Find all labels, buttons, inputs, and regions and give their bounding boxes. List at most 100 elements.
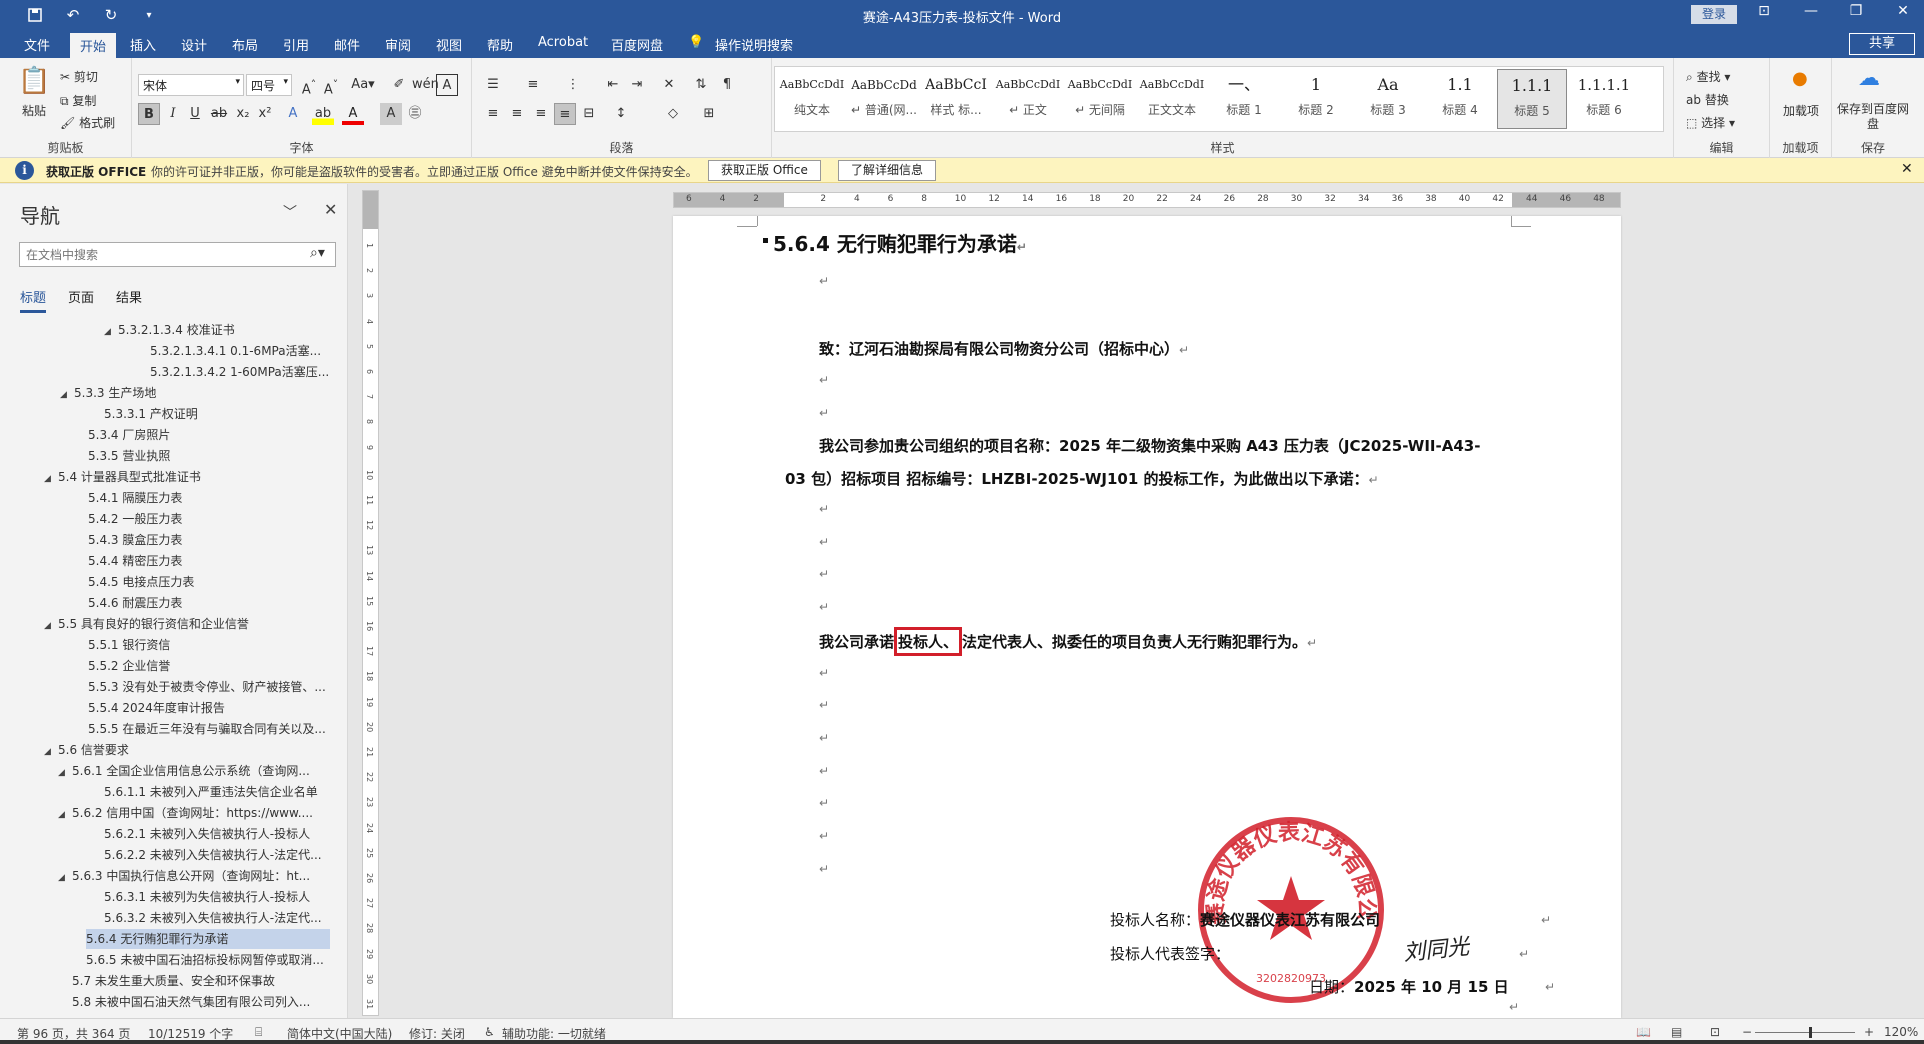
vertical-scrollbar[interactable] bbox=[1904, 184, 1924, 1018]
addins-icon[interactable]: ● bbox=[1792, 68, 1808, 89]
font-color-icon[interactable]: A bbox=[342, 103, 364, 125]
nav-heading-item[interactable]: 5.4.6 耐震压力表 bbox=[88, 593, 330, 613]
nav-tab-pages[interactable]: 页面 bbox=[68, 287, 94, 313]
nav-heading-item[interactable]: 5.3.2.1.3.4.2 1-60MPa活塞压... bbox=[150, 362, 330, 382]
nav-heading-item[interactable]: 5.6.3.1 未被列为失信被执行人-投标人 bbox=[104, 887, 330, 907]
nav-heading-item[interactable]: 5.5.4 2024年度审计报告 bbox=[88, 698, 330, 718]
tab-help[interactable]: 帮助 bbox=[487, 35, 513, 54]
maximize-button[interactable]: ❐ bbox=[1841, 3, 1871, 19]
style-heading-4[interactable]: 1.1 标题 4 bbox=[1425, 69, 1495, 129]
character-border-icon[interactable]: A bbox=[436, 74, 458, 96]
nav-heading-item[interactable]: 5.3.2.1.3.4.1 0.1-6MPa活塞... bbox=[150, 341, 330, 361]
decrease-indent-icon[interactable]: ⇤ bbox=[602, 74, 624, 96]
nav-heading-item[interactable]: 5.4.3 膜盒压力表 bbox=[88, 530, 330, 550]
search-icon[interactable]: ⌕▾ bbox=[310, 245, 325, 261]
login-button[interactable]: 登录 bbox=[1691, 5, 1737, 24]
bullets-icon[interactable]: ☰ bbox=[482, 74, 504, 96]
tab-design[interactable]: 设计 bbox=[181, 35, 207, 54]
nav-heading-item[interactable]: 5.4.2 一般压力表 bbox=[88, 509, 330, 529]
chinese-layout-icon[interactable]: ✕ bbox=[658, 74, 680, 96]
horizontal-ruler[interactable]: 6 4 2 2 4 6 8 10 12 14 16 18 20 22 24 26 28 30 32 34 36 38 40 4… bbox=[673, 192, 1621, 208]
zoom-slider[interactable] bbox=[1755, 1032, 1855, 1033]
change-case-icon[interactable]: Aa▾ bbox=[348, 74, 378, 96]
cut-button[interactable]: ✂ 剪切 bbox=[60, 68, 98, 85]
nav-heading-item[interactable]: 5.6.2.2 未被列入失信被执行人-法定代... bbox=[104, 845, 330, 865]
tab-layout[interactable]: 布局 bbox=[232, 35, 258, 54]
distributed-icon[interactable]: ⊟ bbox=[578, 103, 600, 125]
style-no-spacing[interactable]: AaBbCcDdI ↵ 无间隔 bbox=[1065, 69, 1135, 129]
save-to-baidu-button[interactable]: 保存到百度网盘 bbox=[1836, 102, 1910, 132]
nav-heading-item[interactable]: 5.3.3.1 产权证明 bbox=[104, 404, 330, 424]
tab-insert[interactable]: 插入 bbox=[130, 35, 156, 54]
document-page[interactable]: 5.6.4 无行贿犯罪行为承诺↵ ↵ 致：辽河石油勘探局有限公司物资分公司（招标… bbox=[673, 216, 1621, 1018]
nav-heading-item[interactable]: 5.3.4 厂房照片 bbox=[88, 425, 330, 445]
zoom-level[interactable]: 120% bbox=[1884, 1025, 1918, 1039]
tab-review[interactable]: 审阅 bbox=[385, 35, 411, 54]
zoom-in-icon[interactable]: + bbox=[1864, 1025, 1874, 1039]
shading-icon[interactable]: ◇ bbox=[662, 103, 684, 125]
nav-heading-item[interactable]: 5.5.1 银行资信 bbox=[88, 635, 330, 655]
collapse-triangle-icon[interactable]: ◢ bbox=[44, 616, 58, 634]
close-icon[interactable]: ✕ bbox=[1901, 161, 1913, 177]
nav-heading-item[interactable]: 5.5.3 没有处于被责令停业、财产被接管、... bbox=[88, 677, 330, 697]
align-left-icon[interactable]: ≡ bbox=[482, 103, 504, 125]
multilevel-list-icon[interactable]: ⋮ bbox=[562, 74, 584, 96]
style-heading-3[interactable]: Aa 标题 3 bbox=[1353, 69, 1423, 129]
style-plain-text[interactable]: AaBbCcDdI 纯文本 bbox=[777, 69, 847, 129]
nav-heading-item[interactable]: ◢ 5.4 计量器具型式批准证书 bbox=[44, 467, 330, 487]
highlight-icon[interactable]: ab bbox=[312, 103, 334, 125]
collapse-triangle-icon[interactable]: ◢ bbox=[58, 868, 72, 886]
grow-font-icon[interactable]: A˄ bbox=[298, 74, 320, 97]
tab-mailings[interactable]: 邮件 bbox=[334, 35, 360, 54]
nav-heading-item[interactable]: 5.5.5 在最近三年没有与骗取合同有关以及... bbox=[88, 719, 330, 739]
tab-file[interactable]: 文件 bbox=[24, 35, 50, 54]
nav-heading-item[interactable]: 5.5.2 企业信誉 bbox=[88, 656, 330, 676]
enclosed-character-icon[interactable]: ㊂ bbox=[404, 103, 426, 125]
paste-button[interactable]: 粘贴 bbox=[22, 102, 46, 119]
replace-button[interactable]: ab 替换 bbox=[1686, 91, 1729, 108]
read-mode-icon[interactable]: 📖 bbox=[1636, 1025, 1651, 1039]
tab-view[interactable]: 视图 bbox=[436, 35, 462, 54]
character-shading-icon[interactable]: A bbox=[380, 103, 402, 125]
nav-heading-item[interactable]: ◢ 5.6.3 中国执行信息公开网（查询网址：ht... bbox=[58, 866, 330, 886]
sort-icon[interactable]: ⇅ bbox=[690, 74, 712, 96]
nav-heading-item[interactable]: 5.4.4 精密压力表 bbox=[88, 551, 330, 571]
increase-indent-icon[interactable]: ⇥ bbox=[626, 74, 648, 96]
paste-icon[interactable]: 📋 bbox=[18, 66, 50, 96]
nav-heading-item[interactable]: 5.3.5 营业执照 bbox=[88, 446, 330, 466]
proofing-icon[interactable]: ⌸ bbox=[255, 1025, 262, 1040]
nav-heading-item[interactable]: 5.6.4 无行贿犯罪行为承诺 bbox=[86, 929, 330, 949]
get-genuine-office-button[interactable]: 获取正版 Office bbox=[708, 160, 821, 181]
phonetic-guide-icon[interactable]: wén bbox=[412, 74, 439, 96]
format-painter-button[interactable]: 🖌 格式刷 bbox=[60, 114, 115, 131]
tab-home[interactable]: 开始 bbox=[70, 33, 117, 58]
nav-heading-item[interactable]: ◢ 5.6.2 信用中国（查询网址：https://www.... bbox=[58, 803, 330, 823]
chevron-down-icon[interactable]: ﹀ bbox=[283, 202, 297, 222]
tell-me-search[interactable]: 操作说明搜索 bbox=[715, 35, 793, 54]
zoom-slider-thumb[interactable] bbox=[1809, 1027, 1812, 1038]
nav-heading-item[interactable]: 5.6.2.1 未被列入失信被执行人-投标人 bbox=[104, 824, 330, 844]
style-heading-5[interactable]: 1.1.1 标题 5 bbox=[1497, 69, 1567, 129]
shrink-font-icon[interactable]: A˅ bbox=[320, 74, 342, 97]
line-spacing-icon[interactable]: ↕ bbox=[610, 103, 632, 125]
close-button[interactable]: ✕ bbox=[1888, 3, 1918, 19]
nav-heading-item[interactable]: 5.4.1 隔膜压力表 bbox=[88, 488, 330, 508]
tab-references[interactable]: 引用 bbox=[283, 35, 309, 54]
font-size-select[interactable]: 四号 ▾ bbox=[246, 74, 292, 96]
nav-heading-item[interactable]: 5.6.1.1 未被列入严重违法失信企业名单 bbox=[104, 782, 330, 802]
subscript-icon[interactable]: x₂ bbox=[232, 103, 254, 125]
collapse-triangle-icon[interactable]: ◢ bbox=[58, 805, 72, 823]
zoom-out-icon[interactable]: − bbox=[1742, 1025, 1752, 1039]
pilcrow-icon[interactable]: ¶ bbox=[716, 74, 738, 96]
minimize-button[interactable]: — bbox=[1796, 3, 1826, 19]
collapse-triangle-icon[interactable]: ◢ bbox=[58, 763, 72, 781]
clear-formatting-icon[interactable]: ✐ bbox=[388, 74, 410, 96]
nav-heading-item[interactable]: 5.6.5 未被中国石油招标投标网暂停或取消... bbox=[86, 950, 330, 970]
underline-icon[interactable]: U bbox=[184, 103, 206, 125]
nav-search-input[interactable] bbox=[26, 246, 296, 263]
nav-heading-item[interactable]: 5.7 未发生重大质量、安全和环保事故 bbox=[72, 971, 330, 991]
nav-heading-item[interactable]: ◢ 5.6.1 全国企业信用信息公示系统（查询网... bbox=[58, 761, 330, 781]
numbering-icon[interactable]: ≡ bbox=[522, 74, 544, 96]
copy-button[interactable]: ⧉ 复制 bbox=[60, 92, 96, 109]
strikethrough-icon[interactable]: ab bbox=[208, 103, 230, 125]
